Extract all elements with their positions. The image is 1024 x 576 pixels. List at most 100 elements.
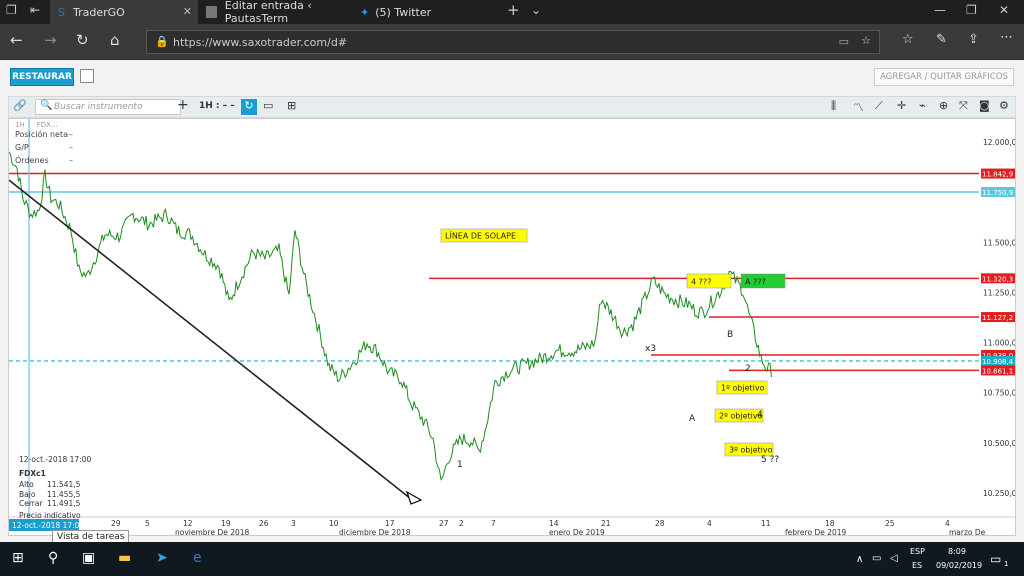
reading-view-icon[interactable]: ▭ [839,35,849,48]
zoom-icon[interactable]: ⊕ [939,99,948,115]
pen-icon[interactable]: ✎ [936,32,947,47]
annotation-text: 4 ??? [691,278,711,287]
maximize-icon[interactable]: ❐ [966,3,977,17]
timeframe-select[interactable]: 1H : – – [199,101,235,117]
x-month-label: marzo De [949,528,986,536]
show-hidden-icons[interactable]: ∧ [856,554,863,565]
annotation-text: LÍNEA DE SOLAPE [445,230,516,241]
tab-actions-icon[interactable]: ❐ [6,3,17,17]
close-tab-icon[interactable]: ✕ [183,5,192,18]
popout-icon[interactable] [80,69,94,83]
x-tick-label: 28 [655,519,665,528]
chart-toolbar: 🔗 🔍 Buscar instrumento + 1H : – – ↻ ▭ ⊞ … [8,96,1016,118]
studies-icon[interactable]: 〽 [853,99,864,115]
ohlc-low: Bajo 11.455,5 [19,489,81,499]
camera-icon[interactable]: ◙ [979,99,990,115]
fit-icon[interactable]: ⤧ [959,99,968,115]
windows-taskbar: ⊞ ⚲ ▣ ▬ ➤ e ∧ ▭ ◁ ESP ES 8:09 09/02/2019… [0,542,1024,576]
trendline-icon[interactable]: ⟋ [875,99,883,115]
wave-label: 5 ?? [761,455,779,465]
x-tick-label: 25 [885,519,895,528]
network-icon[interactable]: ▭ [872,553,881,564]
favorite-star-icon[interactable]: ☆ [861,34,871,47]
forward-icon[interactable]: → [44,31,57,49]
x-tick-label: 17 [385,519,395,528]
ohlc-symbol: FDXc1 [19,468,46,478]
url-field[interactable]: 🔒 https://www.saxotrader.com/d# ▭ ☆ [146,30,880,54]
tab-pautasterm[interactable]: Editar entrada ‹ PautasTerm [198,0,363,25]
favorites-icon[interactable]: ☆ [902,32,914,47]
price-level-label: 10.861,1 [982,367,1013,375]
ohlc-close: Cerrar 11.491,5 [19,499,81,508]
wave-label: 4 [757,410,763,420]
x-tick-label: 11 [761,519,771,528]
task-view-icon[interactable]: ▣ [82,550,95,566]
x-tick-label: 4 [707,519,712,528]
minimize-icon[interactable]: — [934,3,946,17]
browser-tab-bar: ❐ ⇤ S TraderGO ✕ Editar entrada ‹ Pautas… [0,0,1024,25]
split-icon[interactable]: ⊞ [287,99,296,115]
ohlc-date: 12-oct.-2018 17:00 [19,455,92,464]
search-icon: 🔍 [40,100,53,111]
restore-button[interactable]: RESTAURAR [10,68,74,86]
price-level-label: 10.908,4 [982,358,1014,366]
add-remove-charts-button[interactable]: AGREGAR / QUITAR GRÁFICOS [874,68,1014,86]
wave-label: A [689,414,696,424]
x-tick-label: 19 [221,519,231,528]
x-month-label: enero De 2019 [549,528,605,536]
pnl-row: G/P – [15,143,73,152]
search-icon[interactable]: ⚲ [48,550,58,566]
price-level-label: 11.127,2 [982,314,1013,322]
price-series-line [9,151,772,481]
indicative-price: Precio indicativo [19,510,81,520]
y-tick-label: 11.250,0 [983,288,1016,297]
close-window-icon[interactable]: ✕ [999,3,1009,17]
trend-line [9,179,412,500]
price-chart[interactable]: 12.000,011.750,011.500,011.250,011.000,0… [8,118,1016,536]
notification-icon[interactable]: ▭ [990,552,1001,566]
orders-row: Órdenes – [15,156,73,165]
edge-icon[interactable]: e [193,550,202,566]
windows-start-icon[interactable]: ⊞ [12,550,24,566]
clock-time[interactable]: 8:09 [948,547,966,556]
link-icon[interactable]: 🔗 [13,99,27,115]
telegram-icon[interactable]: ➤ [156,550,168,566]
indicators-icon[interactable]: ⫼ [831,99,836,115]
language-top[interactable]: ESP [910,547,925,556]
gear-icon[interactable]: ⚙ [999,99,1009,115]
share-icon[interactable]: ⇪ [968,32,979,47]
chart-type-icon[interactable]: ▭ [263,99,273,115]
set-aside-tabs-icon[interactable]: ⇤ [30,3,40,17]
wave-label: 2 [745,364,751,374]
file-explorer-icon[interactable]: ▬ [118,550,131,566]
tab-preview-chevron-icon[interactable]: ⌄ [531,3,541,17]
add-instrument-icon[interactable]: + [177,97,189,113]
tab-tradergo[interactable]: S TraderGO ✕ [50,0,198,24]
refresh-chart-icon[interactable]: ↻ [241,99,257,115]
chart-canvas[interactable]: 12.000,011.750,011.500,011.250,011.000,0… [9,119,1016,536]
refresh-icon[interactable]: ↻ [76,31,89,49]
x-tick-label: 4 [945,519,950,528]
y-tick-label: 11.000,0 [983,339,1016,348]
annotation-text: A ??? [745,278,766,287]
instrument-search-input[interactable]: 🔍 Buscar instrumento [35,99,181,115]
price-level-label: 11.842,9 [982,171,1013,179]
crosshair-icon[interactable]: ✛ [897,99,906,115]
new-tab-icon[interactable]: + [507,1,520,19]
saxotrader-page: RESTAURAR AGREGAR / QUITAR GRÁFICOS 🔗 🔍 … [0,60,1024,542]
back-icon[interactable]: ← [10,31,23,49]
notification-count: 1 [1004,560,1009,568]
volume-icon[interactable]: ◁ [890,553,898,564]
more-icon[interactable]: ⋯ [1000,30,1013,45]
tab-twitter[interactable]: ✦ (5) Twitter [352,0,502,24]
symbol-chip: FDX... [36,121,58,129]
x-tick-label: 12 [183,519,193,528]
language-bottom[interactable]: ES [912,561,922,570]
timeframe-chip: 1H [15,121,25,129]
home-icon[interactable]: ⌂ [110,31,120,49]
draw-icon[interactable]: ⌁ [919,99,926,115]
tab-label: TraderGO [72,5,125,19]
ohlc-readout: 12-oct.-2018 17:00 FDXc1 Alto 11.541,5 Ba… [19,455,91,520]
trend-arrow-icon [405,490,423,505]
clock-date[interactable]: 09/02/2019 [936,561,982,570]
